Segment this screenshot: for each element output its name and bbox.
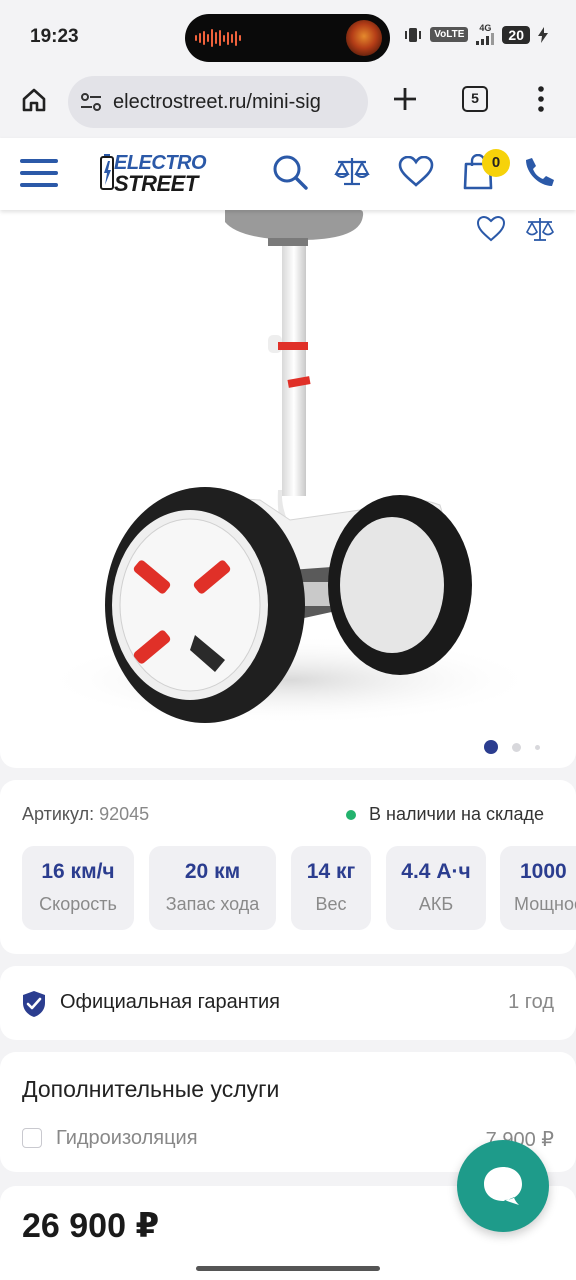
home-indicator[interactable] bbox=[196, 1266, 380, 1271]
address-bar[interactable]: electrostreet.ru/mini-sig bbox=[68, 76, 368, 128]
product-gallery[interactable] bbox=[0, 210, 576, 768]
spec-tile-weight: 14 кг Вес bbox=[291, 846, 371, 930]
favorites-heart-icon[interactable] bbox=[398, 156, 434, 188]
spec-tile-speed: 16 км/ч Скорость bbox=[22, 846, 134, 930]
vibrate-icon bbox=[405, 27, 422, 42]
spec-label: Скорость bbox=[39, 894, 117, 914]
compare-scales-icon[interactable] bbox=[334, 154, 370, 188]
spec-tile-power: 1000 Мощность bbox=[500, 846, 576, 930]
add-to-compare-icon[interactable] bbox=[525, 216, 555, 242]
spec-tile-battery: 4.4 А·ч АКБ bbox=[386, 846, 486, 930]
site-header: ELECTRO STREET 0 bbox=[0, 138, 576, 210]
sku-value: 92045 bbox=[99, 804, 150, 824]
tab-switcher-button[interactable]: 5 bbox=[462, 86, 488, 112]
warranty-row: Официальная гарантия 1 год bbox=[0, 966, 576, 1040]
status-time: 19:23 bbox=[30, 26, 79, 47]
chat-bubble-icon bbox=[484, 1167, 522, 1205]
audio-wave-icon bbox=[195, 28, 241, 48]
gallery-pagination bbox=[484, 740, 540, 754]
warranty-value: 1 год bbox=[508, 991, 554, 1013]
site-logo[interactable]: ELECTRO STREET bbox=[100, 152, 215, 196]
chat-button[interactable] bbox=[457, 1140, 549, 1232]
signal-icon bbox=[476, 33, 495, 45]
spec-value: 20 км bbox=[184, 860, 241, 883]
status-bar: 19:23 VoLTE 4G 20 bbox=[0, 0, 576, 72]
cart-count-badge: 0 bbox=[482, 149, 510, 177]
url-text: electrostreet.ru/mini-sig bbox=[113, 91, 321, 113]
shield-check-icon bbox=[23, 991, 45, 1017]
add-to-favorites-icon[interactable] bbox=[476, 216, 506, 242]
spec-tile-range: 20 км Запас хода bbox=[149, 846, 276, 930]
phone-icon[interactable] bbox=[524, 156, 556, 188]
gallery-dot[interactable] bbox=[512, 742, 521, 752]
more-menu-icon[interactable] bbox=[536, 86, 546, 112]
sku-label: Артикул: bbox=[22, 804, 95, 824]
spec-value: 16 км/ч bbox=[41, 860, 115, 883]
logo-text-bottom: STREET bbox=[114, 171, 198, 196]
stock-status: В наличии на складе bbox=[346, 804, 544, 825]
spec-label: Запас хода bbox=[165, 894, 260, 914]
new-tab-icon[interactable] bbox=[392, 86, 418, 112]
service-label[interactable]: Гидроизоляция bbox=[56, 1127, 198, 1150]
site-settings-icon[interactable] bbox=[80, 92, 102, 112]
stock-text: В наличии на складе bbox=[369, 804, 545, 824]
battery-level: 20 bbox=[502, 25, 530, 44]
product-price: 26 900 ₽ bbox=[22, 1207, 160, 1245]
spec-value: 1000 bbox=[520, 860, 567, 883]
browser-toolbar: electrostreet.ru/mini-sig 5 bbox=[0, 72, 576, 138]
media-artwork bbox=[346, 20, 382, 56]
warranty-label: Официальная гарантия bbox=[60, 991, 281, 1013]
hamburger-menu-icon[interactable] bbox=[20, 158, 58, 188]
battery-logo-icon bbox=[100, 154, 114, 190]
waterproofing-checkbox[interactable] bbox=[22, 1128, 42, 1148]
spec-label: Мощность bbox=[514, 894, 576, 914]
spec-value: 4.4 А·ч bbox=[401, 860, 471, 883]
search-icon[interactable] bbox=[272, 154, 308, 190]
product-photo bbox=[40, 210, 540, 725]
network-type: 4G bbox=[476, 24, 495, 45]
stock-indicator-dot bbox=[346, 809, 356, 820]
volte-badge: VoLTE bbox=[430, 27, 469, 42]
sku: Артикул: 92045 bbox=[22, 804, 149, 825]
dynamic-island[interactable] bbox=[185, 14, 390, 62]
charging-icon bbox=[538, 26, 548, 43]
product-info-card: Артикул: 92045 В наличии на складе 16 км… bbox=[0, 780, 576, 954]
gallery-dot[interactable] bbox=[535, 744, 540, 750]
spec-label: Вес bbox=[315, 894, 347, 914]
services-title: Дополнительные услуги bbox=[22, 1076, 280, 1102]
page-root: 19:23 VoLTE 4G 20 electrostreet.ru/mini-… bbox=[0, 0, 576, 1280]
gallery-dot-active[interactable] bbox=[484, 740, 498, 754]
spec-value: 14 кг bbox=[306, 860, 356, 883]
status-icons: VoLTE 4G 20 bbox=[404, 24, 548, 45]
home-icon[interactable] bbox=[20, 86, 48, 114]
spec-label: АКБ bbox=[418, 894, 454, 914]
